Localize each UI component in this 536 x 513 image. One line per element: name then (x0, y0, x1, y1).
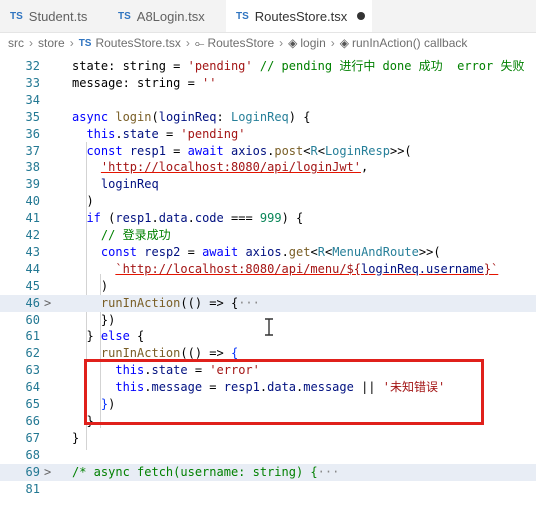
line-number: 61 (25, 329, 40, 344)
tab-label: A8Login.tsx (136, 8, 205, 24)
line-number: 62 (25, 346, 40, 361)
breadcrumb-item[interactable]: runInAction() callback (352, 36, 467, 50)
line-number: 46 (25, 295, 40, 310)
breadcrumb: src › store › TS RoutesStore.tsx › ⟜ Rou… (0, 32, 536, 54)
tab-a8login[interactable]: TS A8Login.tsx (108, 0, 226, 32)
fold-chevron-icon[interactable]: > (44, 464, 56, 481)
fold-chevron-icon[interactable]: > (44, 295, 56, 312)
line-number: 60 (25, 312, 40, 327)
code-line[interactable]: 81 (0, 481, 536, 498)
tab-label: Student.ts (28, 8, 88, 24)
chevron-right-icon: › (330, 36, 335, 50)
code-text: 'http://localhost:8080/api/loginJwt', (100, 160, 369, 175)
chevron-right-icon: › (69, 36, 74, 50)
code-text: ) (72, 194, 94, 209)
typescript-file-icon: TS (10, 10, 23, 22)
code-line[interactable]: 37 const resp1 = await axios.post<R<Logi… (0, 143, 536, 160)
code-line[interactable]: 33 message: string = '' (0, 75, 536, 92)
breadcrumb-item[interactable]: RoutesStore (207, 36, 274, 50)
typescript-file-icon: TS (78, 37, 92, 49)
line-number: 40 (25, 194, 40, 209)
line-number: 66 (25, 413, 40, 428)
code-text: // 登录成功 (100, 228, 171, 242)
highlight-annotation-box (84, 359, 484, 425)
method-symbol-icon: ◈ (339, 36, 349, 50)
code-text: ) (72, 278, 109, 293)
chevron-right-icon: › (185, 36, 190, 50)
code-text: }) (72, 312, 116, 327)
tab-routesstore[interactable]: TS RoutesStore.tsx (226, 0, 372, 32)
code-line[interactable]: 39 loginReq (0, 176, 536, 193)
code-line[interactable]: 41 if (resp1.data.code === 999) { (0, 210, 536, 227)
breadcrumb-item[interactable]: store (38, 36, 65, 50)
code-line[interactable]: 35 async login(loginReq: LoginReq) { (0, 109, 536, 126)
line-number: 63 (25, 363, 40, 378)
code-text: async login(loginReq: LoginReq) { (72, 109, 311, 124)
code-line[interactable]: 34 (0, 92, 536, 109)
code-text: } (72, 430, 80, 445)
line-number: 68 (25, 447, 40, 462)
code-editor[interactable]: 32 state: string = 'pending' // pending 进… (0, 54, 536, 513)
breadcrumb-item[interactable]: login (300, 36, 325, 50)
code-text: } else { (72, 329, 145, 344)
code-text: state: string = 'pending' // pending 进行中… (72, 59, 525, 73)
line-number: 33 (25, 75, 40, 90)
tab-label: RoutesStore.tsx (254, 8, 348, 24)
code-text: this.state = 'pending' (86, 126, 246, 141)
typescript-file-icon: TS (236, 10, 249, 22)
line-number: 34 (25, 92, 40, 107)
code-line[interactable]: 40 ) (0, 193, 536, 210)
text-cursor-icon (265, 318, 273, 336)
code-line[interactable]: 68 (0, 447, 536, 464)
editor-tab-bar: TS Student.ts TS A8Login.tsx TS RoutesSt… (0, 0, 536, 33)
line-number: 36 (25, 126, 40, 141)
code-line[interactable]: 44 `http://localhost:8080/api/menu/${log… (0, 261, 536, 278)
line-number: 39 (25, 177, 40, 192)
method-symbol-icon: ◈ (288, 36, 298, 50)
code-line[interactable]: 42 // 登录成功 (0, 227, 536, 244)
typescript-file-icon: TS (118, 10, 131, 22)
line-number: 44 (25, 261, 40, 276)
code-line[interactable]: 69 > /* async fetch(username: string) {··· (0, 463, 536, 481)
code-line[interactable]: 32 state: string = 'pending' // pending 进… (0, 58, 536, 75)
code-line[interactable]: 38 'http://localhost:8080/api/loginJwt', (0, 159, 536, 176)
code-line[interactable]: 67} (0, 430, 536, 447)
code-text: message: string = '' (72, 75, 217, 90)
code-text: runInAction(() => {··· (100, 295, 260, 310)
tab-student[interactable]: TS Student.ts (0, 0, 108, 32)
line-number: 42 (25, 228, 40, 242)
line-number: 69 (25, 464, 40, 479)
line-number: 38 (25, 160, 40, 175)
line-number: 32 (25, 59, 40, 73)
code-text: loginReq (100, 177, 159, 192)
line-number: 64 (25, 380, 40, 395)
line-number: 37 (25, 143, 40, 158)
code-text: const resp1 = await axios.post<R<LoginRe… (86, 143, 412, 158)
line-number: 81 (25, 481, 40, 496)
line-number: 67 (25, 430, 40, 445)
chevron-right-icon: › (279, 36, 284, 50)
code-text: if (resp1.data.code === 999) { (86, 211, 304, 226)
code-line[interactable]: 45 ) (0, 278, 536, 295)
code-text: const resp2 = await axios.get<R<MenuAndR… (100, 244, 441, 259)
breadcrumb-item[interactable]: src (8, 36, 24, 50)
line-number: 41 (25, 211, 40, 226)
class-symbol-icon: ⟜ (194, 35, 205, 50)
chevron-right-icon: › (29, 36, 33, 50)
line-number: 45 (25, 278, 40, 293)
code-line[interactable]: 36 this.state = 'pending' (0, 126, 536, 143)
code-text: `http://localhost:8080/api/menu/${loginR… (115, 261, 499, 276)
breadcrumb-item[interactable]: RoutesStore.tsx (95, 36, 180, 50)
line-number: 65 (25, 397, 40, 411)
line-number: 35 (25, 109, 40, 124)
code-line[interactable]: 46 > runInAction(() => {··· (0, 294, 536, 312)
line-number: 43 (25, 244, 40, 259)
code-text: /* async fetch(username: string) {··· (72, 464, 340, 479)
code-line[interactable]: 43 const resp2 = await axios.get<R<MenuA… (0, 244, 536, 261)
unsaved-dot-icon[interactable] (357, 12, 366, 20)
